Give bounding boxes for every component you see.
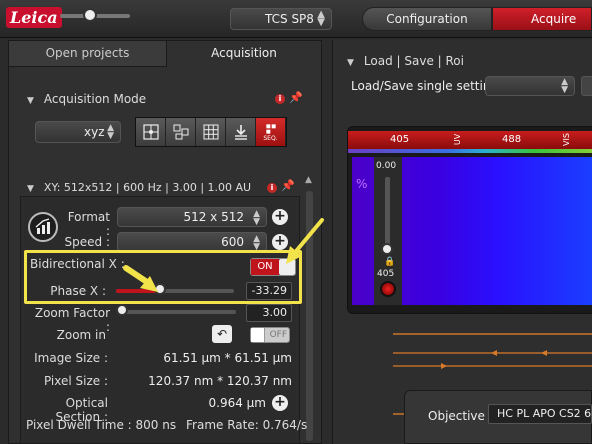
image-size-value: 61.51 µm * 61.51 µm (163, 351, 292, 365)
laser-power-value: 0.00 (376, 161, 397, 171)
laser-lane-405: 0.00 🔒 405 (374, 157, 402, 305)
spectrum-color-strip (348, 149, 592, 153)
speed-value: 600 (221, 235, 244, 249)
right-panel: ▼ Load | Save | Roi Load/Save single sett… (332, 40, 592, 444)
chart-growth-icon (35, 218, 50, 234)
save-icon[interactable] (581, 76, 592, 96)
acquisition-mode-title: Acquisition Mode (43, 92, 147, 106)
spectrum-detection-area[interactable]: % 0.00 🔒 405 (352, 157, 592, 305)
load-save-roi-header[interactable]: ▼ Load | Save | Roi (347, 54, 464, 68)
grid-button[interactable] (196, 118, 226, 146)
tab-open-projects[interactable]: Open projects (9, 41, 167, 67)
mark-position-button[interactable] (166, 118, 196, 146)
tick-488: 488 (502, 134, 522, 145)
updown-arrow-icon: ▲ ▼ (253, 234, 260, 252)
pixel-dwell-time: Pixel Dwell Time : 800 ns (26, 418, 177, 432)
load-save-select[interactable]: ▲ ▼ (485, 76, 575, 96)
top-bar: Leica TCS SP8 ▲ ▼ Configuration Acquire (0, 0, 592, 38)
brightness-slider-knob[interactable] (83, 8, 97, 22)
pin-icon[interactable]: 📌 (289, 91, 303, 104)
frame-rate: Frame Rate: 0.764/s (186, 418, 308, 432)
load-save-roi-title: Load | Save | Roi (363, 54, 464, 68)
acquisition-mode-buttons: SEQ. (135, 117, 287, 147)
collapse-triangle-icon: ▼ (347, 58, 354, 68)
toggle-knob (251, 328, 265, 342)
image-size-label: Image Size : (34, 351, 108, 365)
tick-vis: VIS (561, 133, 571, 146)
speed-add-button[interactable]: + (272, 234, 288, 250)
laser-shutter-button[interactable] (380, 281, 396, 297)
updown-arrow-icon: ▲ ▼ (107, 123, 114, 141)
laser-power-knob[interactable] (381, 243, 393, 255)
tab-strip: Open projects Acquisition (9, 41, 321, 67)
left-panel-scrollbar[interactable] (306, 191, 313, 441)
acquisition-mode-value: xyz (84, 125, 105, 139)
sequential-icon (265, 123, 276, 134)
info-icon[interactable]: i (267, 183, 277, 193)
xy-settings-title: XY: 512x512 | 600 Hz | 3.00 | 1.00 AU (43, 181, 252, 194)
scanner-select[interactable]: TCS SP8 ▲ ▼ (230, 8, 332, 30)
collapse-triangle-icon: ▼ (27, 96, 34, 106)
pixel-size-label: Pixel Size : (43, 374, 108, 388)
speed-select[interactable]: 600 ▲ ▼ (117, 232, 267, 252)
grid-icon (203, 124, 218, 140)
optical-section-value: 0.964 µm (208, 396, 267, 410)
seq-label: SEQ. (263, 134, 278, 142)
nav-acquire[interactable]: Acquire (492, 7, 592, 31)
format-value: 512 x 512 (183, 210, 244, 224)
speed-label: Speed : (64, 235, 110, 249)
leica-logo: Leica (6, 7, 62, 28)
load-save-label: Load/Save single setting : (351, 79, 506, 93)
laser-line-label: 405 (377, 269, 395, 279)
zoom-in-label: Zoom in (56, 328, 106, 342)
updown-arrow-icon: ▲ ▼ (317, 9, 325, 28)
updown-arrow-icon: ▲ ▼ (253, 209, 260, 227)
zoom-factor-input[interactable]: 3.00 (246, 304, 292, 322)
objective-select[interactable]: HC PL APO CS2 6 (488, 404, 592, 424)
tutorial-highlight-box (24, 250, 302, 304)
zoom-slider-track[interactable] (118, 310, 236, 314)
objective-label: Objective : (428, 409, 493, 423)
collapse-triangle-icon: ▼ (27, 184, 34, 194)
tab-acquisition[interactable]: Acquisition (167, 41, 321, 67)
positions-icon (173, 124, 188, 140)
nav-configuration[interactable]: Configuration (362, 7, 492, 31)
acquisition-mode-select[interactable]: xyz ▲ ▼ (35, 121, 121, 143)
format-select[interactable]: 512 x 512 ▲ ▼ (117, 207, 267, 227)
laser-power-track[interactable] (385, 177, 390, 247)
stack-button[interactable] (226, 118, 256, 146)
optical-section-add-button[interactable]: + (272, 395, 288, 411)
tick-405: 405 (390, 134, 410, 145)
spectrum-wavelength-bar: 405 UV 488 VIS (348, 131, 592, 149)
sequential-scan-button[interactable]: SEQ. (256, 118, 286, 146)
leica-las-x-window: Leica TCS SP8 ▲ ▼ Configuration Acquire O… (0, 0, 592, 444)
scroll-up-arrow-icon[interactable]: ▲ (305, 175, 312, 185)
lock-icon[interactable]: 🔒 (384, 257, 395, 267)
format-add-button[interactable]: + (272, 209, 288, 225)
undo-zoom-button[interactable]: ↶ (212, 325, 232, 343)
tile-scan-button[interactable] (136, 118, 166, 146)
acquisition-mode-header[interactable]: ▼ Acquisition Mode (27, 92, 146, 106)
zoom-slider-knob[interactable] (116, 304, 128, 316)
scan-format-icon-button[interactable] (28, 212, 58, 242)
pin-icon[interactable]: 📌 (281, 179, 295, 192)
toggle-off-label: OFF (269, 330, 287, 340)
tick-uv: UV (453, 133, 463, 146)
xy-settings-header[interactable]: ▼ XY: 512x512 | 600 Hz | 3.00 | 1.00 AU (27, 181, 251, 194)
info-icon[interactable]: i (275, 94, 285, 104)
beam-path-spectrum: 405 UV 488 VIS % 0.00 🔒 405 (347, 126, 592, 314)
pixel-size-value: 120.37 nm * 120.37 nm (148, 374, 292, 388)
percent-label: % (356, 177, 368, 191)
tile-scan-icon (142, 124, 159, 140)
zoom-in-toggle[interactable]: OFF (250, 327, 290, 343)
updown-arrow-icon: ▲ ▼ (561, 77, 568, 95)
scanner-select-label: TCS SP8 (265, 12, 314, 26)
format-label: Format : (67, 210, 110, 238)
download-stack-icon (234, 125, 247, 140)
